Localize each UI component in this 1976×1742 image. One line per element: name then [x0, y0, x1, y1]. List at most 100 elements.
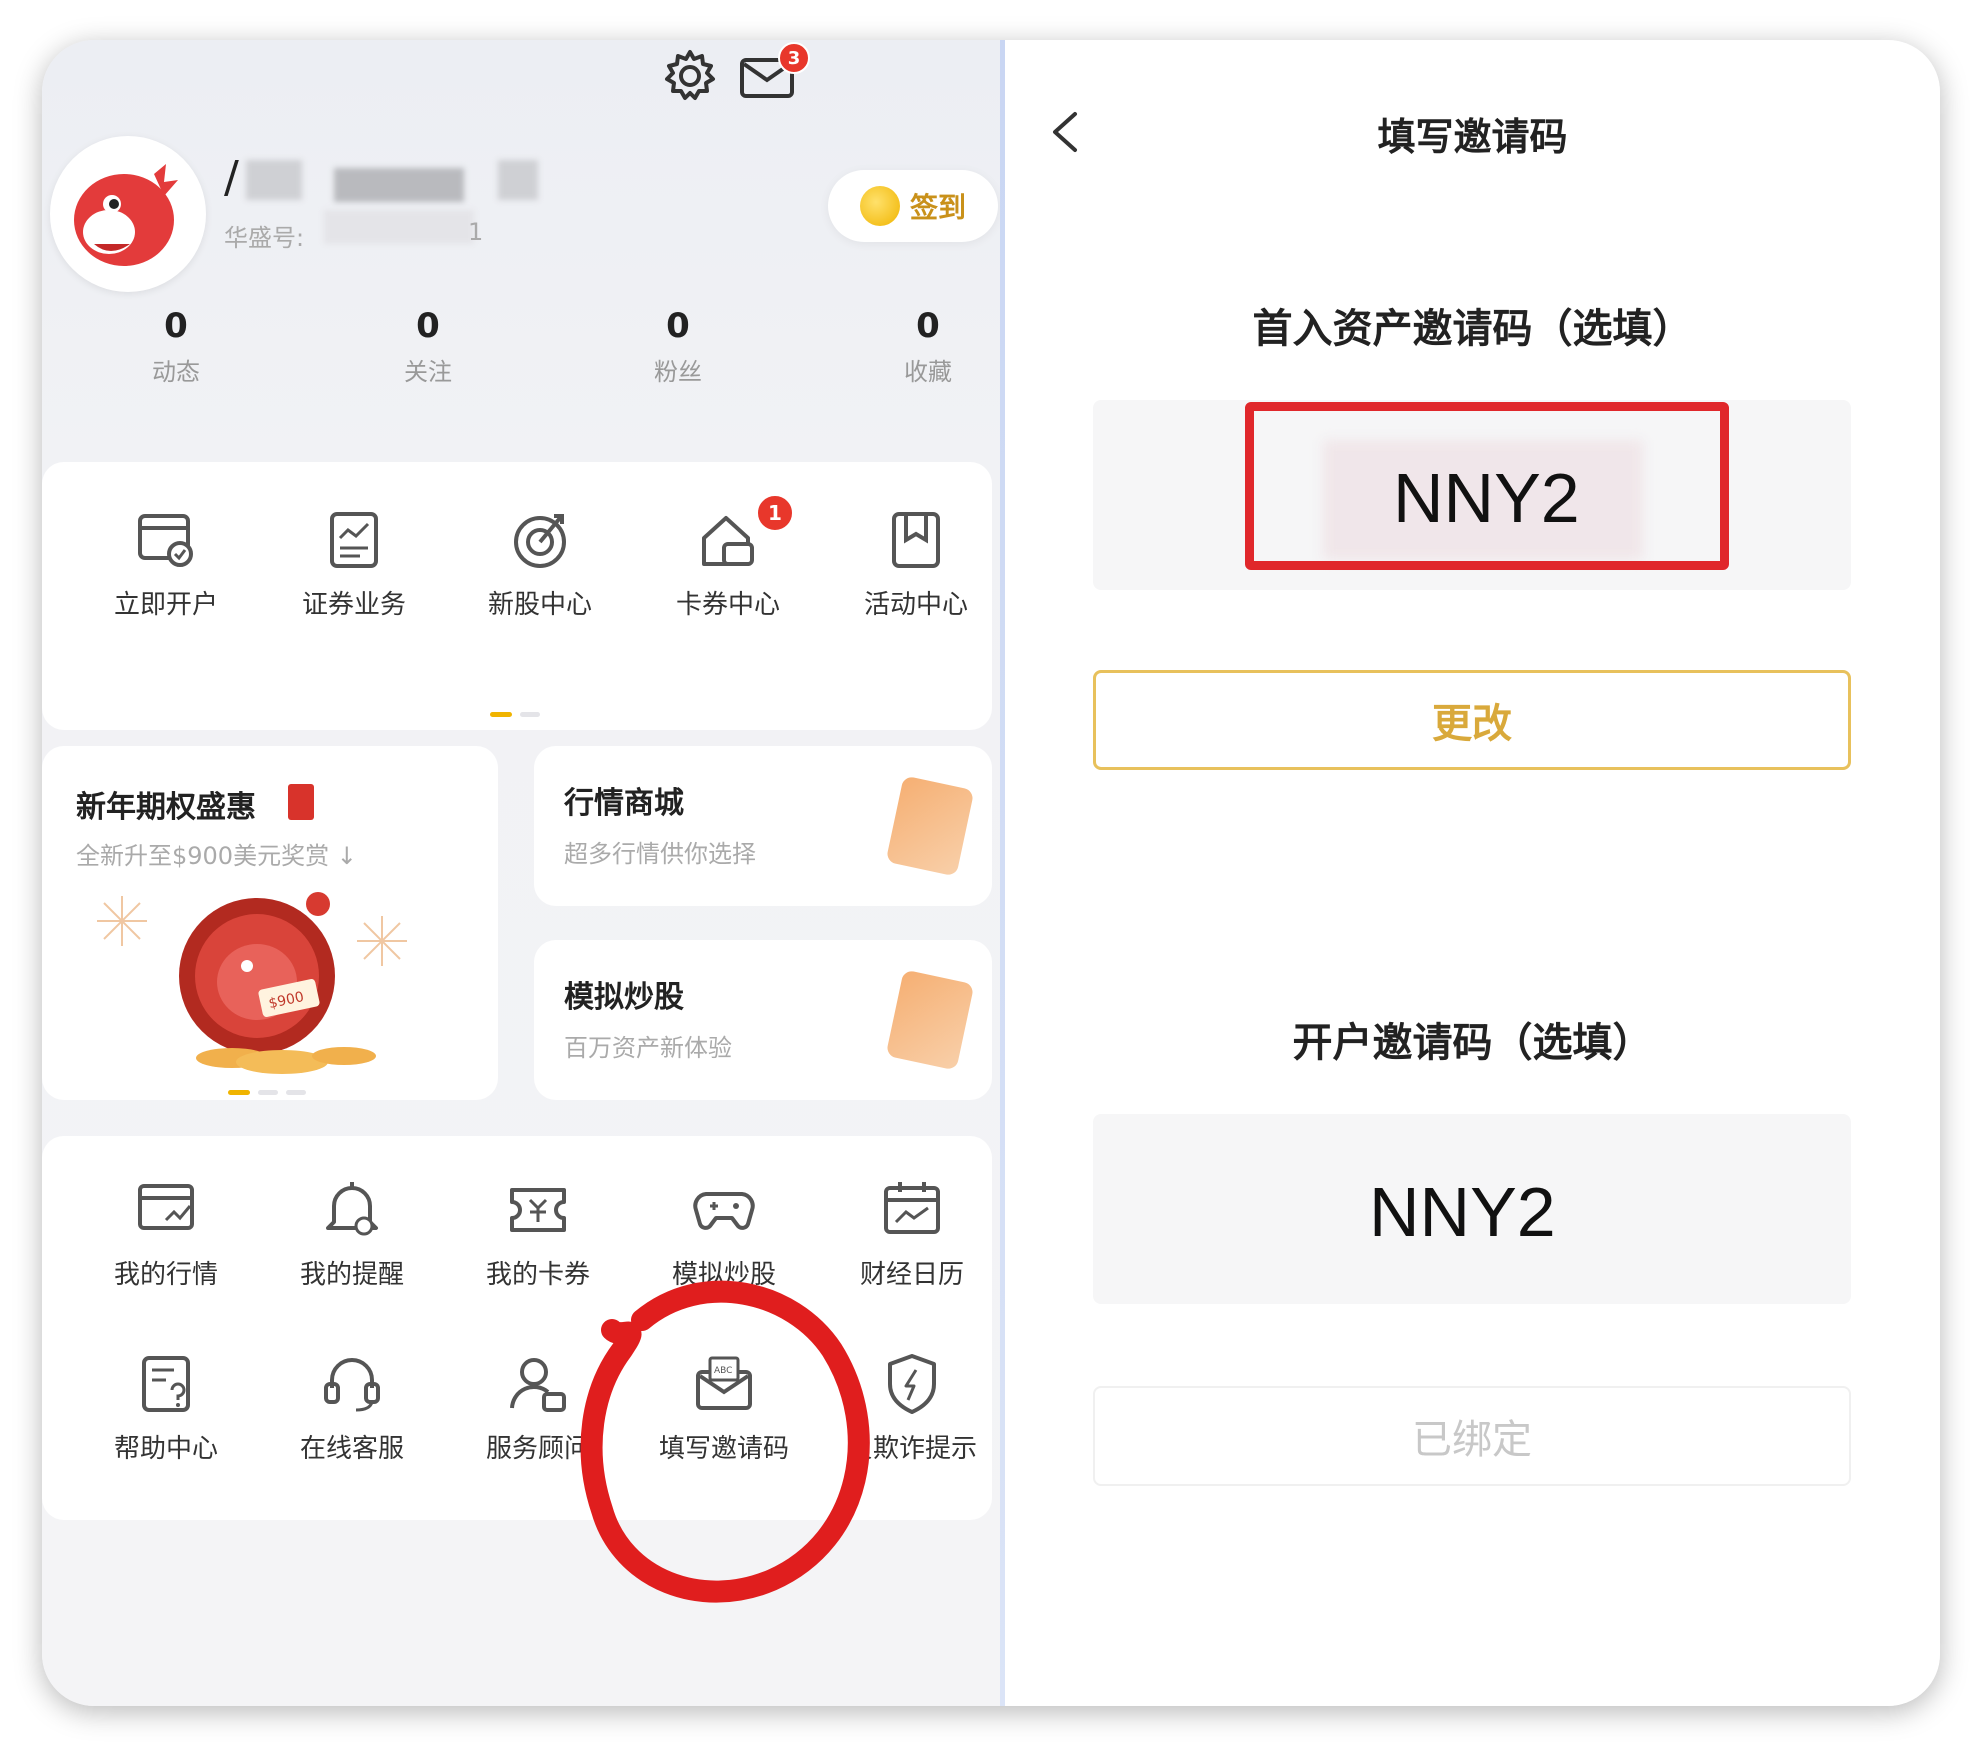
tool-anti-fraud[interactable]: 反欺诈提示: [822, 1352, 1002, 1465]
gamepad-icon: [693, 1192, 755, 1230]
account-open-icon: [138, 514, 193, 567]
screenshot-frame: 3 / 华盛号: 1 签到 0 动态 0 关注 0 粉丝 0 收藏 立即开户 证…: [42, 40, 1940, 1706]
tool-my-reminders[interactable]: 我的提醒: [262, 1178, 442, 1291]
stat-posts[interactable]: 0 动态: [96, 304, 256, 387]
tool-label: 我的行情: [113, 1260, 218, 1290]
tool-enter-invite-code[interactable]: ABC 填写邀请码: [634, 1352, 814, 1465]
tool-paper-trading[interactable]: 模拟炒股: [634, 1178, 814, 1291]
tool-label: 填写邀请码: [658, 1434, 789, 1464]
headset-icon: [324, 1358, 380, 1412]
help-doc-icon: [142, 1356, 190, 1412]
invite-code-panel: 填写邀请码 首入资产邀请码（选填） NNY2 更改 开户邀请码（选填） NNY2…: [1005, 40, 1940, 1706]
invite-mail-icon: ABC: [696, 1356, 752, 1410]
quick-item-open-account[interactable]: 立即开户: [76, 508, 256, 621]
stat-value: 0: [164, 306, 188, 346]
quick-item-securities[interactable]: 证券业务: [264, 508, 444, 621]
tool-finance-calendar[interactable]: 财经日历: [822, 1178, 1002, 1291]
tool-service-advisor[interactable]: 服务顾问: [448, 1352, 628, 1465]
tools-card: 我的行情 我的提醒 我的卡券 模拟炒股 财经日历 帮助中心 在线客服 服务顾问 …: [42, 1136, 992, 1520]
signin-button[interactable]: 签到: [828, 170, 998, 242]
tool-label: 服务顾问: [485, 1434, 590, 1464]
mail-badge: 3: [778, 42, 810, 74]
promo-card[interactable]: 新年期权盛惠 全新升至$900美元奖赏 ↓ $900: [42, 746, 498, 1100]
mail-icon[interactable]: 3: [738, 42, 810, 108]
stat-label: 关注: [404, 358, 452, 386]
svg-text:ABC: ABC: [714, 1366, 732, 1376]
account-invite-section-title: 开户邀请码（选填）: [1292, 1020, 1653, 1066]
stat-label: 粉丝: [654, 358, 702, 386]
stat-value: 0: [666, 306, 690, 346]
quick-access-card: 立即开户 证券业务 新股中心 1 卡券中心 活动中心: [42, 462, 992, 730]
promo-subtitle: 全新升至$900美元奖赏 ↓: [76, 842, 357, 870]
account-invite-code-field: NNY2: [1093, 1114, 1851, 1304]
tool-label: 帮助中心: [113, 1434, 218, 1464]
bound-button: 已绑定: [1093, 1386, 1851, 1486]
stat-label: 收藏: [904, 358, 952, 386]
market-store-card[interactable]: 行情商城 超多行情供你选择: [534, 746, 992, 906]
stat-value: 0: [416, 306, 440, 346]
coupon-badge: 1: [756, 494, 794, 532]
promo-title: 新年期权盛惠: [76, 790, 256, 825]
id-blur: [324, 210, 474, 244]
coin-icon: [859, 186, 900, 226]
lantern-illustration: $900: [97, 892, 407, 1074]
asset-invite-code-field[interactable]: NNY2: [1093, 400, 1851, 590]
ipo-icon: [514, 514, 566, 568]
market-store-icon: [885, 775, 975, 877]
quick-item-label: 卡券中心: [675, 590, 780, 620]
huasheng-id-tail: 1: [468, 218, 484, 246]
red-envelope-icon: [288, 784, 314, 820]
tool-label: 财经日历: [859, 1260, 964, 1290]
account-invite-code-value: NNY2: [1369, 1173, 1556, 1251]
username-blur: [334, 168, 464, 202]
signin-label: 签到: [909, 191, 966, 224]
page-indicator: [490, 712, 540, 717]
market-store-title: 行情商城: [564, 786, 684, 821]
stat-label: 动态: [152, 358, 200, 386]
settings-gear-icon[interactable]: [660, 46, 720, 106]
username-blur: [498, 160, 538, 200]
asset-invite-section-title: 首入资产邀请码（选填）: [1252, 306, 1693, 352]
paper-trading-title: 模拟炒股: [564, 980, 684, 1015]
tool-label: 我的提醒: [299, 1260, 404, 1290]
username: /: [224, 152, 239, 203]
page-title: 填写邀请码: [1377, 115, 1568, 159]
bookmark-icon: [892, 512, 940, 568]
stat-followers[interactable]: 0 粉丝: [598, 304, 758, 387]
profile-panel: 3 / 华盛号: 1 签到 0 动态 0 关注 0 粉丝 0 收藏 立即开户 证…: [42, 40, 1000, 1706]
paper-trading-subtitle: 百万资产新体验: [564, 1034, 732, 1062]
shield-icon: [888, 1354, 936, 1414]
quick-item-label: 新股中心: [487, 590, 592, 620]
advisor-icon: [510, 1358, 566, 1412]
tool-my-coupons[interactable]: 我的卡券: [448, 1178, 628, 1291]
quick-item-ipo[interactable]: 新股中心: [450, 508, 630, 621]
quick-item-activity[interactable]: 活动中心: [826, 508, 1006, 621]
paper-trading-icon: [885, 969, 975, 1071]
quick-item-coupon[interactable]: 1 卡券中心: [638, 494, 818, 621]
stat-value: 0: [916, 306, 940, 346]
tool-online-support[interactable]: 在线客服: [262, 1352, 442, 1465]
tool-label: 模拟炒股: [671, 1260, 776, 1290]
promo-indicator: [228, 1090, 306, 1095]
stat-following[interactable]: 0 关注: [348, 304, 508, 387]
tool-label: 我的卡券: [485, 1260, 590, 1290]
coupon-icon: [702, 516, 754, 566]
quick-item-label: 立即开户: [113, 590, 218, 620]
market-store-subtitle: 超多行情供你选择: [564, 840, 756, 868]
tool-label: 反欺诈提示: [846, 1434, 977, 1464]
calendar-icon: [884, 1182, 940, 1234]
securities-icon: [330, 512, 378, 568]
quick-item-label: 证券业务: [301, 590, 406, 620]
paper-trading-card[interactable]: 模拟炒股 百万资产新体验: [534, 940, 992, 1100]
bell-icon: [326, 1182, 378, 1236]
ticket-icon: [510, 1188, 566, 1232]
market-icon: [138, 1184, 194, 1230]
stat-favorites[interactable]: 0 收藏: [848, 304, 1008, 387]
username-blur: [246, 160, 302, 200]
huasheng-id-label: 华盛号:: [224, 224, 305, 252]
tool-help-center[interactable]: 帮助中心: [76, 1352, 256, 1465]
quick-item-label: 活动中心: [863, 590, 968, 620]
avatar[interactable]: [50, 136, 206, 292]
change-button[interactable]: 更改: [1093, 670, 1851, 770]
tool-my-market[interactable]: 我的行情: [76, 1178, 256, 1291]
